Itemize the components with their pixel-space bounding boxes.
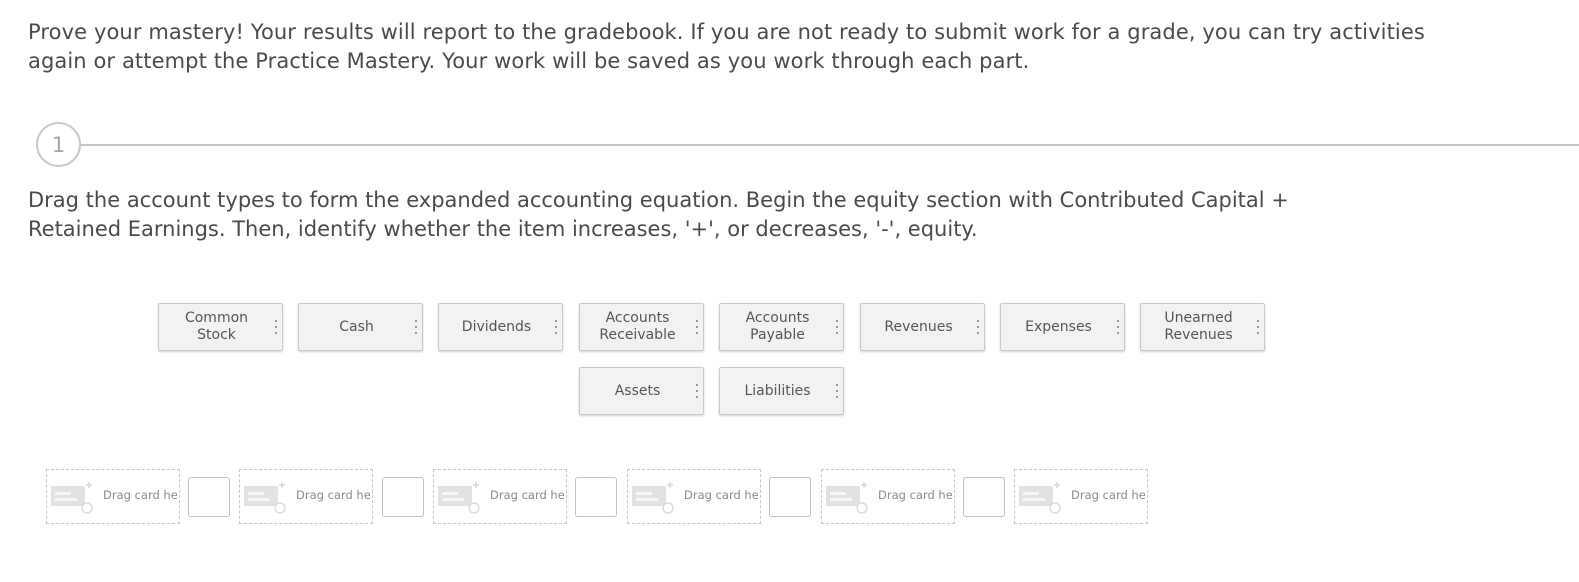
step-header: 1 (36, 122, 1579, 170)
drag-card-icon (632, 482, 674, 514)
drag-card-icon (1019, 482, 1061, 514)
drag-card-icon (51, 482, 93, 514)
drag-handle-icon[interactable] (836, 384, 839, 398)
instructions-text: Drag the account types to form the expan… (28, 188, 1289, 241)
drag-handle-icon[interactable] (696, 320, 699, 334)
mastery-page: Prove your mastery! Your results will re… (0, 0, 1579, 582)
card-cash[interactable]: Cash (298, 303, 423, 351)
sign-input-2[interactable] (382, 477, 424, 517)
sign-input-1[interactable] (188, 477, 230, 517)
card-label: Liabilities (744, 382, 811, 399)
card-label: Accounts Payable (745, 310, 810, 343)
drop-zone-2[interactable]: Drag card here (239, 469, 373, 524)
drop-zone-3[interactable]: Drag card here (433, 469, 567, 524)
drop-zone-label: Drag card here (103, 488, 177, 502)
drag-handle-icon[interactable] (836, 320, 839, 334)
card-revenues[interactable]: Revenues (860, 303, 985, 351)
card-label: Accounts Receivable (599, 310, 676, 343)
intro-text: Prove your mastery! Your results will re… (28, 20, 1425, 73)
drop-zone-6[interactable]: Drag card here (1014, 469, 1148, 524)
card-assets[interactable]: Assets (579, 367, 704, 415)
sign-input-5[interactable] (963, 477, 1005, 517)
sign-input-3[interactable] (575, 477, 617, 517)
card-dividends[interactable]: Dividends (438, 303, 563, 351)
card-accounts-receivable[interactable]: Accounts Receivable (579, 303, 704, 351)
card-expenses[interactable]: Expenses (1000, 303, 1125, 351)
drop-zone-label: Drag card here (684, 488, 758, 502)
card-common-stock[interactable]: Common Stock (158, 303, 283, 351)
card-label: Revenues (884, 318, 953, 335)
drop-zone-label: Drag card here (878, 488, 952, 502)
drag-handle-icon[interactable] (555, 320, 558, 334)
drop-zone-label: Drag card here (1071, 488, 1145, 502)
card-label: Unearned Revenues (1164, 310, 1233, 343)
drag-card-icon (244, 482, 286, 514)
card-label: Common Stock (184, 310, 249, 343)
drag-card-icon (438, 482, 480, 514)
drag-handle-icon[interactable] (275, 320, 278, 334)
drag-handle-icon[interactable] (696, 384, 699, 398)
drop-zone-label: Drag card here (296, 488, 370, 502)
sign-input-4[interactable] (769, 477, 811, 517)
step-divider (81, 144, 1579, 146)
drop-zone-5[interactable]: Drag card here (821, 469, 955, 524)
step-number-badge: 1 (36, 122, 81, 167)
card-label: Expenses (1025, 318, 1092, 335)
drop-zone-1[interactable]: Drag card here (46, 469, 180, 524)
card-label: Cash (339, 318, 374, 335)
drop-zone-label: Drag card here (490, 488, 564, 502)
drop-zone-4[interactable]: Drag card here (627, 469, 761, 524)
drag-handle-icon[interactable] (415, 320, 418, 334)
drag-handle-icon[interactable] (977, 320, 980, 334)
card-unearned-revenues[interactable]: Unearned Revenues (1140, 303, 1265, 351)
card-liabilities[interactable]: Liabilities (719, 367, 844, 415)
drag-handle-icon[interactable] (1257, 320, 1260, 334)
drag-handle-icon[interactable] (1117, 320, 1120, 334)
card-label: Dividends (461, 318, 532, 335)
card-label: Assets (614, 382, 661, 399)
drag-card-icon (826, 482, 868, 514)
card-accounts-payable[interactable]: Accounts Payable (719, 303, 844, 351)
